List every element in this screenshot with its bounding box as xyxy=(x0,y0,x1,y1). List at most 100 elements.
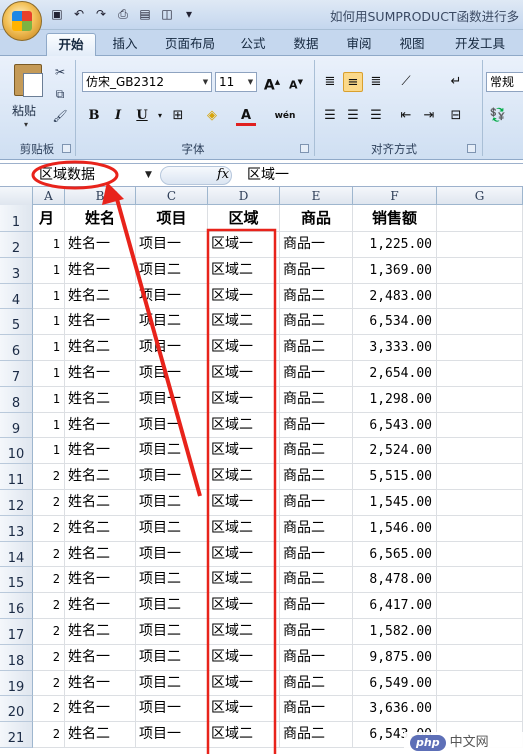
row-header[interactable]: 8 xyxy=(0,386,33,413)
cell-e20[interactable]: 商品一 xyxy=(280,696,353,723)
cell-b7[interactable]: 姓名一 xyxy=(65,361,136,387)
phonetic-button[interactable]: wén xyxy=(272,106,298,126)
cell-b11[interactable]: 姓名二 xyxy=(65,464,136,490)
cell-g19[interactable] xyxy=(437,670,523,697)
column-header-c[interactable]: C xyxy=(136,187,208,205)
font-size-combo[interactable]: 11 ▼ xyxy=(215,72,257,92)
print-preview-icon[interactable]: ⎙ xyxy=(114,6,132,23)
row-header[interactable]: 15 xyxy=(0,567,33,594)
cell-d20[interactable]: 区域一 xyxy=(208,696,280,723)
cell-f13[interactable]: 1,546.00 xyxy=(353,515,437,542)
align-top-icon[interactable]: ≣ xyxy=(320,72,340,92)
undo-icon[interactable]: ↶ xyxy=(70,6,88,23)
cell-f9[interactable]: 6,543.00 xyxy=(353,412,437,439)
cell-a2[interactable]: 1 xyxy=(33,232,65,258)
column-header-g[interactable]: G xyxy=(437,187,523,205)
merge-center-icon[interactable]: ⊟ xyxy=(446,106,466,126)
row-header[interactable]: 12 xyxy=(0,490,33,516)
cell-b21[interactable]: 姓名二 xyxy=(65,722,136,748)
cell-d14[interactable]: 区域一 xyxy=(208,541,280,568)
cell-g9[interactable] xyxy=(437,412,523,439)
cell-b18[interactable]: 姓名一 xyxy=(65,644,136,671)
cell-d13[interactable]: 区域二 xyxy=(208,515,280,542)
cell-b17[interactable]: 姓名二 xyxy=(65,619,136,645)
cell-a10[interactable]: 1 xyxy=(33,438,65,465)
cell-c16[interactable]: 项目二 xyxy=(136,593,208,619)
font-name-combo[interactable]: 仿宋_GB2312 ▼ xyxy=(82,72,212,92)
font-launcher-icon[interactable] xyxy=(300,144,309,153)
cell-g11[interactable] xyxy=(437,464,523,490)
cell-g4[interactable] xyxy=(437,283,523,310)
cell-f20[interactable]: 3,636.00 xyxy=(353,696,437,723)
cell-a21[interactable]: 2 xyxy=(33,722,65,748)
grow-font-button[interactable]: A▲ xyxy=(262,72,282,94)
cell-e12[interactable]: 商品一 xyxy=(280,490,353,516)
cell-c5[interactable]: 项目二 xyxy=(136,309,208,336)
tab-data[interactable]: 数据 xyxy=(283,33,329,56)
paste-button[interactable]: 粘贴 ▾ xyxy=(8,62,48,138)
office-button[interactable] xyxy=(2,1,42,41)
cell-d15[interactable]: 区域二 xyxy=(208,567,280,594)
cell-c11[interactable]: 项目一 xyxy=(136,464,208,490)
screenshot-icon[interactable]: ◫ xyxy=(158,6,176,23)
cell-a15[interactable]: 2 xyxy=(33,567,65,594)
row-header[interactable]: 16 xyxy=(0,593,33,619)
cell-e17[interactable]: 商品一 xyxy=(280,619,353,645)
cell-e9[interactable]: 商品一 xyxy=(280,412,353,439)
row-header[interactable]: 9 xyxy=(0,412,33,439)
cell-g12[interactable] xyxy=(437,490,523,516)
cell-c2[interactable]: 项目一 xyxy=(136,232,208,258)
cell-d2[interactable]: 区域一 xyxy=(208,232,280,258)
cell-g15[interactable] xyxy=(437,567,523,594)
cell-g3[interactable] xyxy=(437,257,523,284)
tab-formulas[interactable]: 公式 xyxy=(230,33,276,56)
tab-page-layout[interactable]: 页面布局 xyxy=(154,33,226,56)
cell-c17[interactable]: 项目二 xyxy=(136,619,208,645)
cell-a20[interactable]: 2 xyxy=(33,696,65,723)
currency-format-icon[interactable]: 💱 xyxy=(488,106,508,126)
cell-c14[interactable]: 项目一 xyxy=(136,541,208,568)
cell-a17[interactable]: 2 xyxy=(33,619,65,645)
cell-f16[interactable]: 6,417.00 xyxy=(353,593,437,619)
cell-a7[interactable]: 1 xyxy=(33,361,65,387)
cell-f18[interactable]: 9,875.00 xyxy=(353,644,437,671)
cell-a8[interactable]: 1 xyxy=(33,386,65,413)
cell-a11[interactable]: 2 xyxy=(33,464,65,490)
cell-b6[interactable]: 姓名二 xyxy=(65,335,136,361)
cell-c20[interactable]: 项目一 xyxy=(136,696,208,723)
cell-c13[interactable]: 项目二 xyxy=(136,515,208,542)
cell-f5[interactable]: 6,534.00 xyxy=(353,309,437,336)
cell-b13[interactable]: 姓名二 xyxy=(65,515,136,542)
cell-e18[interactable]: 商品一 xyxy=(280,644,353,671)
row-header[interactable]: 10 xyxy=(0,438,33,465)
row-header[interactable]: 20 xyxy=(0,696,33,723)
cell-c12[interactable]: 项目二 xyxy=(136,490,208,516)
cell-e15[interactable]: 商品二 xyxy=(280,567,353,594)
cell-b10[interactable]: 姓名一 xyxy=(65,438,136,465)
cell-f15[interactable]: 8,478.00 xyxy=(353,567,437,594)
cell-g6[interactable] xyxy=(437,335,523,361)
cell-d17[interactable]: 区域二 xyxy=(208,619,280,645)
cell-e7[interactable]: 商品一 xyxy=(280,361,353,387)
cell-c8[interactable]: 项目一 xyxy=(136,386,208,413)
cell-e5[interactable]: 商品二 xyxy=(280,309,353,336)
cell-g5[interactable] xyxy=(437,309,523,336)
cell-f17[interactable]: 1,582.00 xyxy=(353,619,437,645)
cell-d8[interactable]: 区域一 xyxy=(208,386,280,413)
cell-a19[interactable]: 2 xyxy=(33,670,65,697)
cell-g20[interactable] xyxy=(437,696,523,723)
tab-insert[interactable]: 插入 xyxy=(100,33,150,56)
cell-d4[interactable]: 区域一 xyxy=(208,283,280,310)
insert-function-icon[interactable]: fx xyxy=(217,165,229,185)
font-color-button[interactable]: A xyxy=(236,106,256,126)
row-header[interactable]: 7 xyxy=(0,361,33,387)
cell-g18[interactable] xyxy=(437,644,523,671)
row-header[interactable]: 3 xyxy=(0,257,33,284)
cell-b16[interactable]: 姓名一 xyxy=(65,593,136,619)
column-header-d[interactable]: D xyxy=(208,187,280,205)
print-icon[interactable]: ▤ xyxy=(136,6,154,23)
cell-b2[interactable]: 姓名一 xyxy=(65,232,136,258)
cell-c18[interactable]: 项目二 xyxy=(136,644,208,671)
cell-d3[interactable]: 区域二 xyxy=(208,257,280,284)
row-header[interactable]: 6 xyxy=(0,335,33,361)
